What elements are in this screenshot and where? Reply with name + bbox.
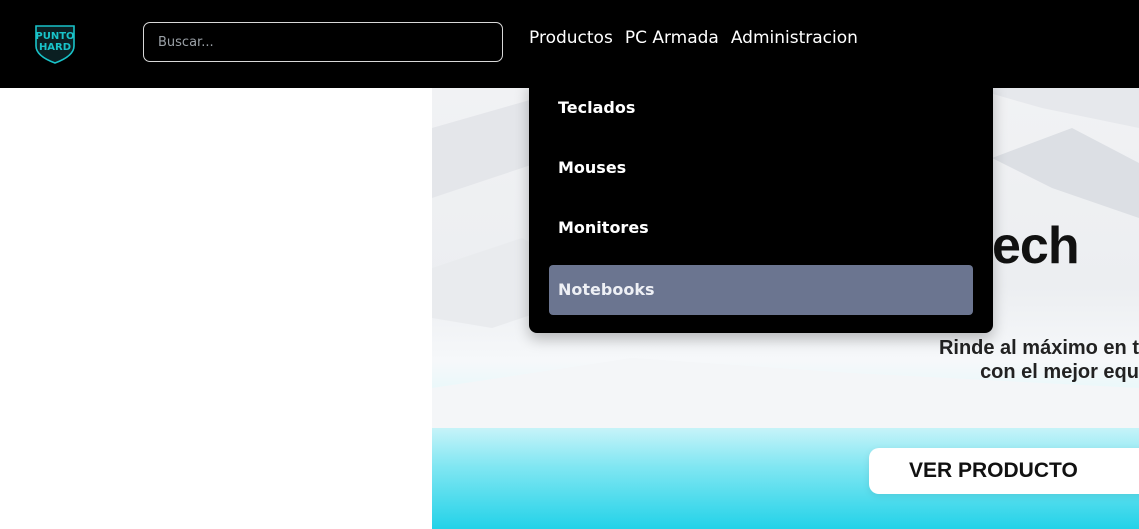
hero-subtitle-line-1: Rinde al máximo en t	[938, 337, 1139, 359]
menu-item-mouses[interactable]: Mouses	[549, 143, 973, 193]
nav-item-pc-armada[interactable]: PC Armada	[625, 26, 719, 50]
shield-logo-icon: PUNTO HARD	[35, 25, 75, 64]
search-input[interactable]	[143, 22, 503, 62]
punto-hard-logo[interactable]: PUNTO HARD	[30, 22, 80, 66]
nav-item-productos[interactable]: Productos	[529, 26, 613, 50]
nav-item-administracion[interactable]: Administracion	[731, 26, 858, 50]
logo-text-line-2: HARD	[39, 42, 71, 53]
page: ech Rinde al máximo en t con el mejor eq…	[0, 0, 1139, 529]
hero-subtitle: Rinde al máximo en t con el mejor equ	[844, 336, 1139, 384]
hero-title: ech	[992, 217, 1080, 275]
menu-item-notebooks[interactable]: Notebooks	[549, 265, 973, 315]
menu-item-teclados[interactable]: Teclados	[549, 83, 973, 133]
hero-subtitle-line-2: con el mejor equ	[980, 361, 1139, 383]
logo-text-line-1: PUNTO	[35, 31, 74, 42]
view-products-button[interactable]: VER PRODUCTO	[869, 448, 1139, 494]
top-navbar: PUNTO HARD Productos PC Armada Administr…	[0, 0, 1139, 88]
menu-item-monitores[interactable]: Monitores	[549, 203, 973, 253]
main-nav: Productos PC Armada Administracion	[529, 26, 858, 50]
products-dropdown-menu: Teclados Mouses Monitores Notebooks	[529, 80, 993, 333]
